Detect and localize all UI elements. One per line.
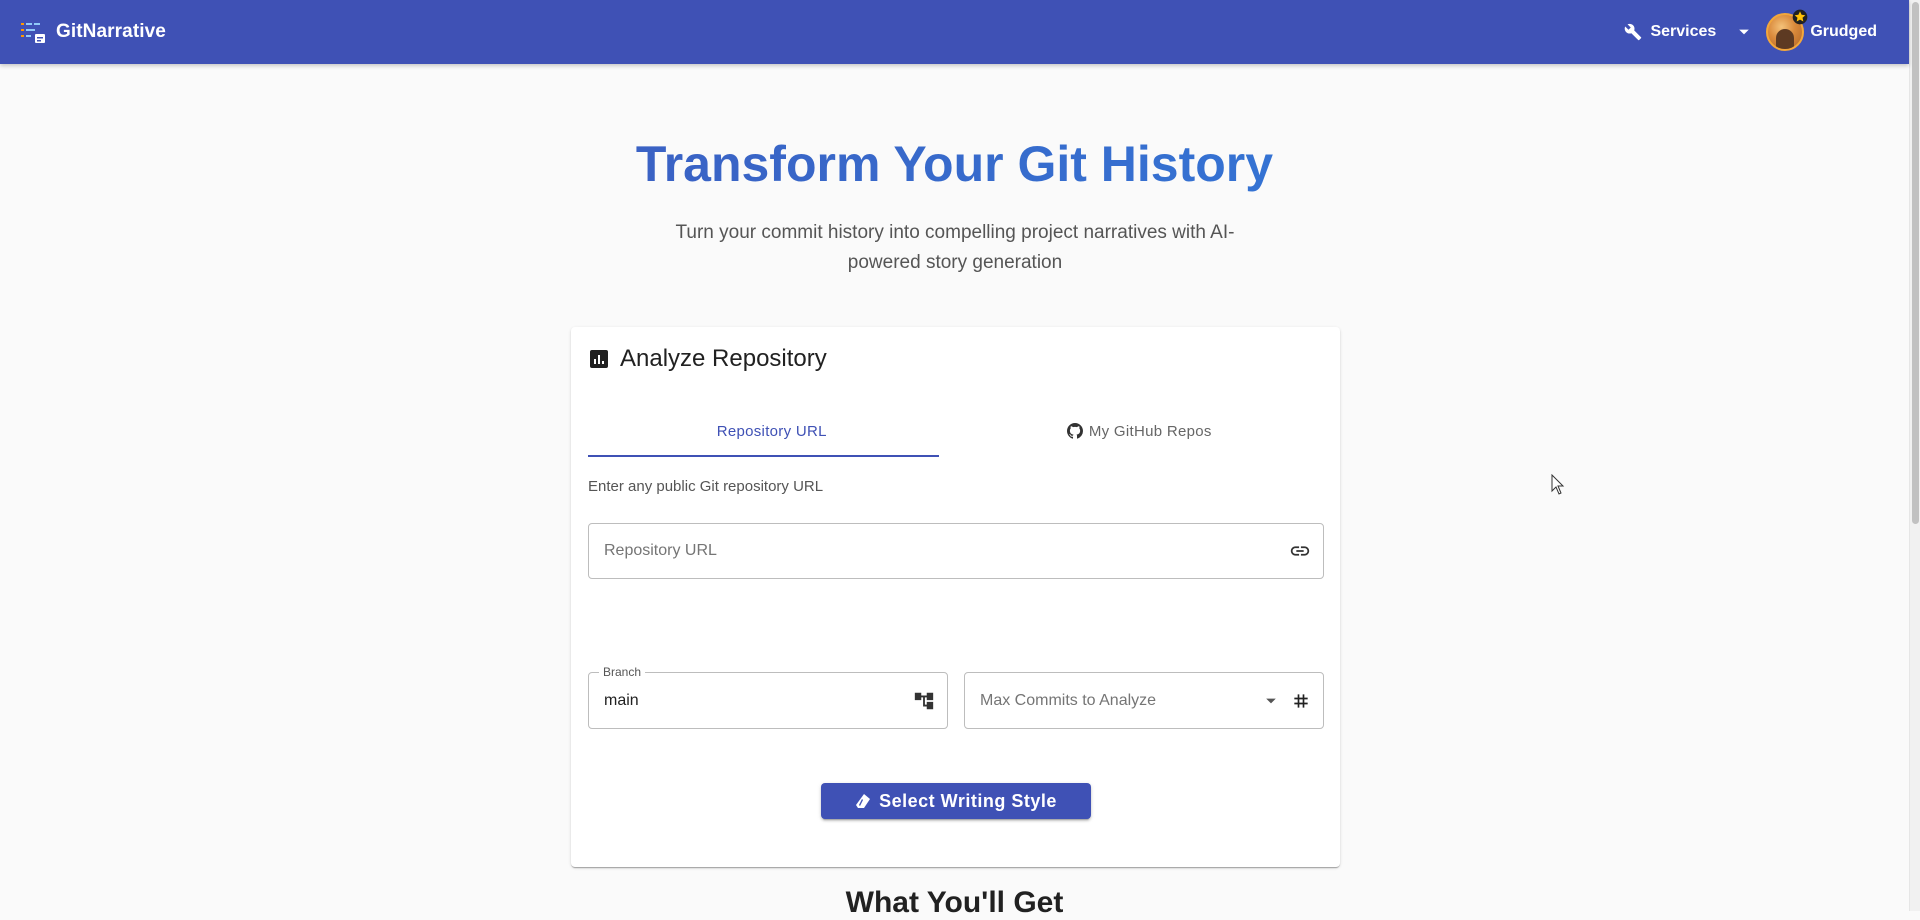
tab-repository-url-label: Repository URL bbox=[716, 422, 827, 440]
timeline-logo-icon bbox=[21, 23, 45, 43]
active-tab-indicator bbox=[588, 455, 939, 457]
hash-icon bbox=[1291, 691, 1311, 711]
branch-label: Branch bbox=[599, 665, 646, 679]
max-commits-placeholder: Max Commits to Analyze bbox=[980, 691, 1157, 709]
avatar bbox=[1766, 9, 1808, 51]
tab-my-github-repos-label: My GitHub Repos bbox=[1088, 422, 1212, 440]
max-commits-select[interactable]: Max Commits to Analyze bbox=[964, 672, 1324, 729]
star-badge-icon bbox=[1792, 9, 1808, 25]
tab-my-github-repos[interactable]: My GitHub Repos bbox=[956, 407, 1324, 455]
repository-url-input[interactable] bbox=[589, 524, 1289, 578]
scrollbar-thumb[interactable] bbox=[1912, 2, 1919, 524]
link-icon bbox=[1289, 540, 1311, 562]
app-bar: GitNarrative Services Grudged bbox=[0, 0, 1909, 64]
services-label: Services bbox=[1650, 23, 1717, 40]
services-button[interactable]: Services bbox=[1614, 17, 1726, 47]
analytics-icon bbox=[590, 350, 608, 368]
caret-down-icon bbox=[1739, 29, 1750, 35]
hero-subtitle: Turn your commit history into compelling… bbox=[675, 222, 1235, 273]
github-icon bbox=[1066, 423, 1083, 439]
select-writing-style-button[interactable]: Select Writing Style bbox=[821, 783, 1091, 819]
tab-repository-url[interactable]: Repository URL bbox=[588, 407, 956, 457]
page-scrollbar[interactable] bbox=[1909, 0, 1920, 911]
mouse-cursor-icon bbox=[1551, 474, 1565, 495]
writing-style-icon bbox=[856, 794, 871, 808]
card-title: Analyze Repository bbox=[620, 345, 827, 372]
branch-icon bbox=[913, 690, 935, 712]
brand-link[interactable]: GitNarrative bbox=[20, 19, 166, 45]
source-tabs: Repository URL My GitHub Repos bbox=[588, 407, 1324, 457]
repository-url-help-text: Enter any public Git repository URL bbox=[588, 478, 824, 495]
services-menu-toggle[interactable] bbox=[1730, 20, 1758, 44]
branch-input[interactable] bbox=[589, 673, 913, 728]
analyze-repository-card: Analyze Repository Repository URL My Git… bbox=[571, 327, 1340, 867]
repository-url-field bbox=[588, 523, 1324, 579]
caret-down-icon bbox=[1265, 695, 1277, 707]
what-youll-get-heading: What You'll Get bbox=[845, 886, 1064, 919]
select-writing-style-label: Select Writing Style bbox=[879, 790, 1057, 811]
wrench-icon bbox=[1625, 23, 1642, 41]
user-menu-button[interactable]: Grudged bbox=[1766, 9, 1877, 51]
hero-title: Transform Your Git History bbox=[0, 132, 1909, 196]
brand-name: GitNarrative bbox=[56, 21, 166, 42]
card-header: Analyze Repository bbox=[590, 345, 827, 373]
branch-field: Branch bbox=[588, 665, 948, 729]
user-name: Grudged bbox=[1810, 23, 1877, 40]
